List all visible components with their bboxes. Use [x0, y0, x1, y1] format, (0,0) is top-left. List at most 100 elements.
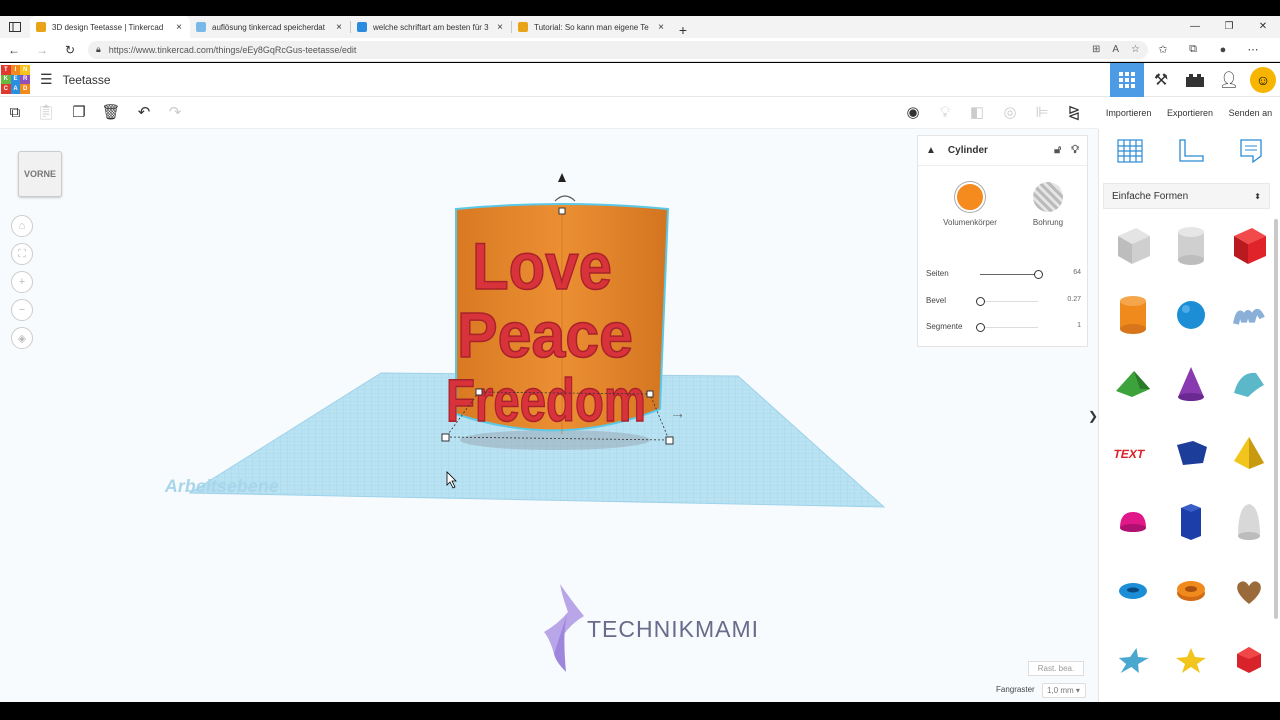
- shape-heart-icon[interactable]: [1222, 560, 1276, 622]
- workplane-grid-icon[interactable]: [1116, 138, 1144, 170]
- favorite-star-icon[interactable]: ☆: [1131, 44, 1140, 55]
- design-menu-icon[interactable]: ☰: [40, 71, 53, 88]
- tinkercad-logo[interactable]: TINKERCAD: [1, 65, 30, 94]
- back-icon[interactable]: ←: [0, 43, 28, 57]
- model-text-line-2[interactable]: Peace: [456, 298, 634, 372]
- shape-tube-icon[interactable]: [1164, 560, 1218, 622]
- duplicate-icon[interactable]: ❐: [69, 103, 89, 123]
- lift-arrow-icon[interactable]: [558, 173, 566, 182]
- undo-icon[interactable]: ↶: [134, 103, 154, 123]
- resize-handle[interactable]: [665, 436, 674, 445]
- shape-category-select[interactable]: Einfache Formen ⬍: [1103, 183, 1270, 209]
- model-text-line-3[interactable]: Freedom: [445, 366, 647, 435]
- tab-close-icon[interactable]: ×: [495, 22, 505, 33]
- shape-cylinder-hole-icon[interactable]: [1164, 215, 1218, 277]
- shape-box-icon[interactable]: [1222, 215, 1276, 277]
- avatar[interactable]: ☺: [1250, 67, 1276, 93]
- hole-swatch[interactable]: [1033, 182, 1063, 212]
- notes-icon[interactable]: [1239, 138, 1263, 170]
- rotate-handle-icon[interactable]: [554, 195, 576, 202]
- hide-bulb-icon[interactable]: 💡︎: [1071, 144, 1079, 157]
- delete-icon[interactable]: 🗑︎: [101, 103, 121, 123]
- paste-icon[interactable]: 📋︎: [36, 103, 56, 123]
- browser-tab-2[interactable]: welche schriftart am besten für 3 ×: [351, 16, 511, 38]
- browser-tab-0[interactable]: 3D design Teetasse | Tinkercad ×: [30, 16, 190, 38]
- align-icon[interactable]: ⊫: [1032, 103, 1052, 123]
- shape-roof-icon[interactable]: [1106, 353, 1160, 415]
- add-user-icon[interactable]: 👤︎: [1212, 63, 1246, 97]
- shape-paraboloid-icon[interactable]: [1222, 491, 1276, 553]
- prop-value[interactable]: 0.27: [1067, 296, 1081, 303]
- shape-cylinder-icon[interactable]: [1106, 284, 1160, 346]
- solid-color-swatch[interactable]: [955, 182, 985, 212]
- ungroup-icon[interactable]: ◎: [1000, 103, 1020, 123]
- copy-icon[interactable]: ⧉: [5, 103, 25, 123]
- read-aloud-icon[interactable]: A: [1112, 44, 1119, 55]
- show-all-bulb-icon[interactable]: 💡︎: [935, 103, 955, 123]
- shape-scribble-icon[interactable]: [1222, 284, 1276, 346]
- segments-slider-knob[interactable]: [976, 323, 985, 332]
- reload-icon[interactable]: ↻: [56, 43, 84, 57]
- shape-polygon-icon[interactable]: [1164, 422, 1218, 484]
- hole-option[interactable]: Bohrung: [1018, 182, 1078, 227]
- project-title[interactable]: Teetasse: [63, 73, 111, 87]
- panel-scrollbar[interactable]: [1274, 219, 1278, 619]
- model-text-line-1[interactable]: Love: [471, 228, 613, 304]
- redo-icon[interactable]: ↷: [165, 103, 185, 123]
- resize-handle[interactable]: [475, 388, 483, 396]
- codeblocks-pickaxe-icon[interactable]: ⚒: [1144, 63, 1178, 97]
- browser-tab-1[interactable]: auflösung tinkercad speicherdat ×: [190, 16, 350, 38]
- shape-round-roof-icon[interactable]: [1222, 353, 1276, 415]
- favorites-icon[interactable]: ✩: [1148, 43, 1178, 56]
- notes-eye-icon[interactable]: ◉: [903, 103, 923, 123]
- new-tab-icon[interactable]: +: [672, 22, 694, 38]
- solid-option[interactable]: Volumenkörper: [934, 182, 1006, 227]
- profile-icon[interactable]: ●: [1208, 44, 1238, 56]
- snap-grid-select[interactable]: 1,0 mm ▾: [1042, 683, 1086, 698]
- import-button[interactable]: Importieren: [1106, 108, 1152, 118]
- close-window-icon[interactable]: ✕: [1246, 16, 1280, 38]
- 3d-workspace[interactable]: VORNE ⌂ ⛶ + − ◈ Arbeitsebene Love Peace …: [0, 129, 1098, 702]
- panel-expand-chevron-icon[interactable]: ❯: [1088, 409, 1098, 423]
- shape-cone-icon[interactable]: [1164, 353, 1218, 415]
- shape-torus-icon[interactable]: [1106, 560, 1160, 622]
- shape-sphere-icon[interactable]: [1164, 284, 1218, 346]
- forward-icon[interactable]: →: [28, 43, 56, 57]
- prop-value[interactable]: 64: [1073, 269, 1081, 276]
- tab-close-icon[interactable]: ×: [174, 22, 184, 33]
- tab-close-icon[interactable]: ×: [656, 22, 666, 33]
- edit-grid-button[interactable]: Rast. bea.: [1028, 661, 1084, 676]
- resize-handle[interactable]: [646, 390, 654, 398]
- group-icon[interactable]: ◧: [967, 103, 987, 123]
- export-button[interactable]: Exportieren: [1167, 108, 1213, 118]
- shape-box-hole-icon[interactable]: [1106, 215, 1160, 277]
- tab-close-icon[interactable]: ×: [334, 22, 344, 33]
- send-to-button[interactable]: Senden an: [1229, 108, 1273, 118]
- shape-star-icon[interactable]: [1106, 629, 1160, 691]
- shape-half-sphere-icon[interactable]: [1106, 491, 1160, 553]
- browser-tab-3[interactable]: Tutorial: So kann man eigene Te ×: [512, 16, 672, 38]
- lock-icon[interactable]: 🔒︎: [96, 44, 101, 55]
- shape-icosahedron-icon[interactable]: [1222, 629, 1276, 691]
- lock-shape-icon[interactable]: 🔓︎: [1054, 144, 1061, 157]
- maximize-icon[interactable]: ❐: [1212, 16, 1246, 38]
- prop-value[interactable]: 1: [1077, 322, 1081, 329]
- rotate-arrow-icon[interactable]: ⤏: [673, 410, 683, 420]
- minimize-icon[interactable]: —: [1178, 16, 1212, 38]
- ruler-icon[interactable]: [1177, 138, 1205, 170]
- 3d-view-grid-icon[interactable]: [1110, 63, 1144, 97]
- app-icon[interactable]: ⊞: [1092, 44, 1100, 55]
- shape-star-gold-icon[interactable]: [1164, 629, 1218, 691]
- more-icon[interactable]: ⋯: [1238, 43, 1268, 56]
- shape-pyramid-icon[interactable]: [1222, 422, 1276, 484]
- bricks-icon[interactable]: [1178, 63, 1212, 97]
- bevel-slider-knob[interactable]: [976, 297, 985, 306]
- sides-slider-knob[interactable]: [1034, 270, 1043, 279]
- height-handle[interactable]: [558, 207, 566, 215]
- url-field[interactable]: 🔒︎ https://www.tinkercad.com/things/eEy8…: [88, 40, 1148, 59]
- mirror-icon[interactable]: ⧎: [1064, 103, 1084, 123]
- shape-text-icon[interactable]: TEXT: [1106, 422, 1160, 484]
- shape-hexagonal-prism-icon[interactable]: [1164, 491, 1218, 553]
- collections-icon[interactable]: ⧉: [1178, 43, 1208, 56]
- collapse-caret-icon[interactable]: ▲: [926, 145, 936, 156]
